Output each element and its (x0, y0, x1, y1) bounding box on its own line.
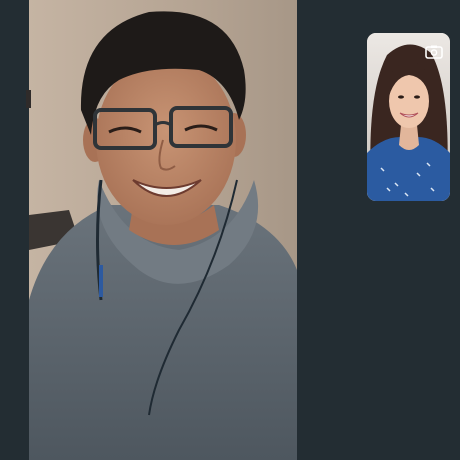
self-view-video[interactable] (367, 33, 450, 201)
camera-switch-icon (425, 45, 443, 59)
remote-participant-image (29, 0, 297, 460)
camera-switch-button[interactable] (424, 44, 444, 60)
background-object (26, 90, 31, 108)
video-call-screen (0, 0, 460, 460)
remote-participant-video[interactable] (29, 0, 297, 460)
